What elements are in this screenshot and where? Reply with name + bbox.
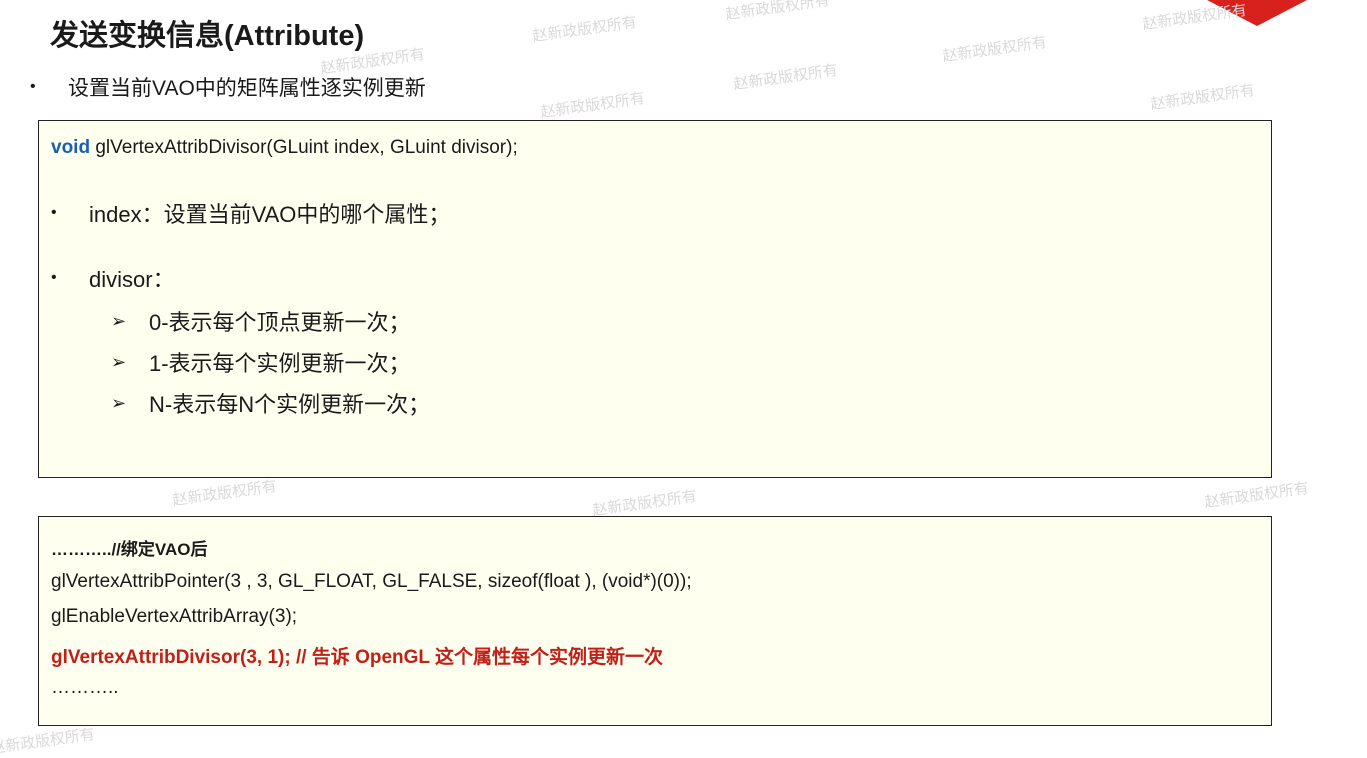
divisor-option-text: N-表示每N个实例更新一次； (149, 392, 431, 417)
watermark: 赵新政版权所有 (531, 13, 638, 46)
arrow-bullet-icon: ➢ (111, 392, 127, 413)
param-index: • index：设置当前VAO中的哪个属性； (51, 197, 450, 229)
divisor-option-1: ➢ 1-表示每个实例更新一次； (111, 346, 411, 378)
signature-rest: glVertexAttribDivisor(GLuint index, GLui… (90, 137, 518, 158)
bullet-icon: • (51, 204, 57, 221)
page-title: 发送变换信息(Attribute) (50, 20, 365, 52)
signature-box: void glVertexAttribDivisor(GLuint index,… (38, 120, 1272, 478)
watermark: 赵新政版权所有 (732, 61, 839, 94)
code-comment-line: ………..//绑定VAO后 (51, 540, 208, 559)
divisor-option-0: ➢ 0-表示每个顶点更新一次； (111, 305, 411, 337)
corner-accent (1207, 0, 1307, 26)
watermark: 赵新政版权所有 (591, 487, 698, 520)
watermark: 赵新政版权所有 (0, 725, 96, 758)
watermark: 赵新政版权所有 (1149, 81, 1256, 114)
param-divisor-text: divisor： (89, 267, 175, 292)
param-index-text: index：设置当前VAO中的哪个属性； (89, 202, 451, 227)
divisor-option-n: ➢ N-表示每N个实例更新一次； (111, 387, 430, 419)
bullet-icon: • (51, 269, 57, 286)
code-line: glEnableVertexAttribArray(3); (51, 606, 298, 627)
intro-text: 设置当前VAO中的矩阵属性逐实例更新 (68, 77, 426, 100)
divisor-option-text: 1-表示每个实例更新一次； (149, 351, 411, 376)
intro-line: • 设置当前VAO中的矩阵属性逐实例更新 (30, 72, 426, 102)
param-divisor: • divisor： (51, 262, 175, 294)
keyword-void: void (51, 137, 91, 158)
arrow-bullet-icon: ➢ (111, 351, 127, 372)
watermark: 赵新政版权所有 (1203, 479, 1310, 512)
watermark: 赵新政版权所有 (941, 33, 1048, 66)
divisor-option-text: 0-表示每个顶点更新一次； (149, 310, 411, 335)
code-example-box: ………..//绑定VAO后 glVertexAttribPointer(3 , … (38, 516, 1272, 726)
arrow-bullet-icon: ➢ (111, 310, 127, 331)
code-highlight-line: glVertexAttribDivisor(3, 1); // 告诉 OpenG… (51, 647, 663, 668)
code-ellipsis-line: ……….. (51, 677, 119, 698)
function-signature: void glVertexAttribDivisor(GLuint index,… (51, 137, 518, 159)
code-line: glVertexAttribPointer(3 , 3, GL_FLOAT, G… (51, 571, 692, 592)
watermark: 赵新政版权所有 (539, 89, 646, 122)
watermark: 赵新政版权所有 (171, 477, 278, 510)
watermark: 赵新政版权所有 (724, 0, 831, 24)
bullet-icon: • (30, 78, 36, 95)
